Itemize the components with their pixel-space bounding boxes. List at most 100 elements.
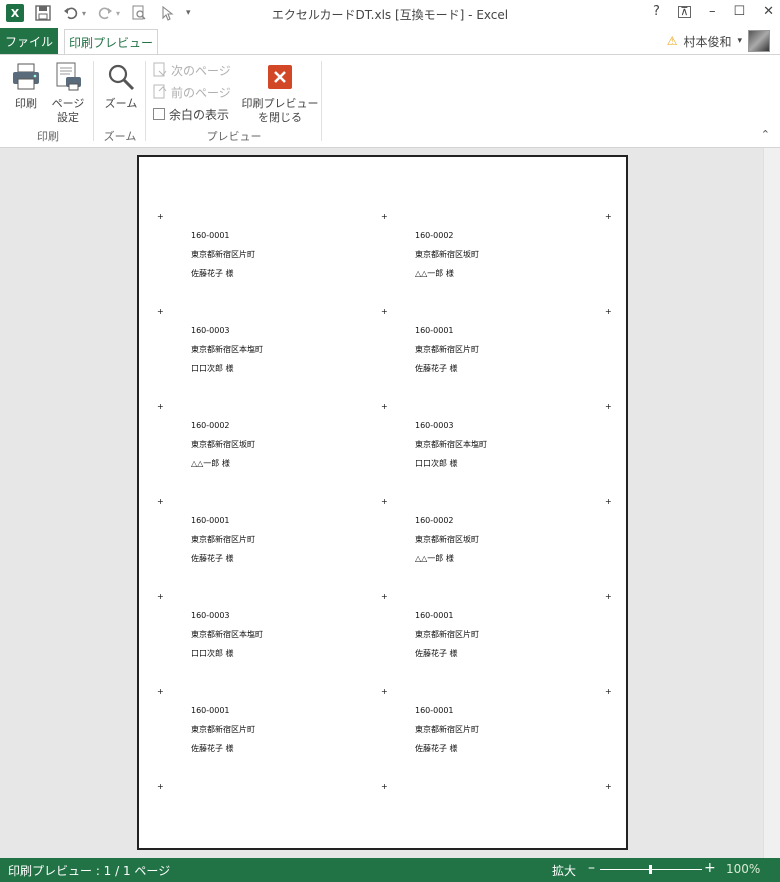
address-label: 160-0002 東京都新宿区坂町 △△一郎 様: [191, 416, 255, 473]
zoom-out-button[interactable]: –: [588, 860, 595, 876]
zoom-button[interactable]: ズーム: [101, 61, 141, 111]
label-address: 東京都新宿区本塩町: [415, 440, 487, 449]
label-address: 東京都新宿区坂町: [415, 535, 479, 544]
next-page-icon: [153, 62, 167, 77]
address-label: 160-0003 東京都新宿区本塩町 口口次郎 様: [191, 321, 263, 378]
label-zip: 160-0002: [415, 231, 454, 240]
label-name: △△一郎 様: [191, 459, 230, 468]
collapse-ribbon-button[interactable]: ⌃: [761, 128, 770, 141]
label-address: 東京都新宿区片町: [191, 250, 255, 259]
crop-mark: +: [381, 307, 388, 316]
crop-mark: +: [157, 307, 164, 316]
print-preview-area[interactable]: + + + + + + + + + + + + + + + + + + + + +160-0001 東京都新宿区片町 佐藤花…: [0, 148, 780, 858]
address-label: 160-0001 東京都新宿区片町 佐藤花子 様: [415, 321, 479, 378]
previous-page-icon: [153, 84, 167, 99]
label-zip: 160-0002: [415, 516, 454, 525]
ribbon-display-options-button[interactable]: ⊼: [677, 5, 691, 18]
user-dropdown-icon[interactable]: ▾: [737, 36, 742, 46]
crop-mark: +: [157, 402, 164, 411]
crop-mark: +: [605, 687, 612, 696]
help-button[interactable]: ?: [653, 4, 660, 19]
address-label: 160-0002 東京都新宿区坂町 △△一郎 様: [415, 511, 479, 568]
avatar: [748, 30, 770, 52]
address-label: 160-0001 東京都新宿区片町 佐藤花子 様: [191, 511, 255, 568]
zoom-percent[interactable]: 100%: [726, 862, 760, 876]
crop-mark: +: [605, 307, 612, 316]
address-label: 160-0002 東京都新宿区坂町 △△一郎 様: [415, 226, 479, 283]
close-preview-icon: [264, 61, 296, 93]
zoom-slider-thumb[interactable]: [649, 865, 652, 874]
printer-icon: [10, 61, 42, 93]
warning-icon: ⚠: [666, 34, 678, 48]
crop-mark: +: [381, 402, 388, 411]
address-label: 160-0003 東京都新宿区本塩町 口口次郎 様: [415, 416, 487, 473]
maximize-button[interactable]: ☐: [733, 4, 745, 19]
user-name: 村本俊和: [683, 34, 732, 49]
label-zip: 160-0003: [415, 421, 454, 430]
crop-mark: +: [157, 687, 164, 696]
previous-page-button[interactable]: 前のページ: [153, 82, 231, 102]
crop-mark: +: [157, 782, 164, 791]
label-name: △△一郎 様: [415, 269, 454, 278]
crop-mark: +: [381, 592, 388, 601]
label-name: 佐藤花子 様: [415, 744, 458, 753]
address-label: 160-0001 東京都新宿区片町 佐藤花子 様: [415, 701, 479, 758]
title-bar: X ▾ ▾ ▾ エクセルカードDT.xls [互換モード] - Excel ? …: [0, 0, 780, 28]
crop-mark: +: [605, 497, 612, 506]
label-name: △△一郎 様: [415, 554, 454, 563]
ribbon-tab-row: ファイル 印刷プレビュー ⚠ 村本俊和 ▾: [0, 28, 780, 54]
close-print-preview-button[interactable]: 印刷プレビュー を閉じる: [241, 61, 319, 125]
label-address: 東京都新宿区坂町: [191, 440, 255, 449]
label-zip: 160-0001: [191, 231, 230, 240]
crop-mark: +: [605, 782, 612, 791]
label-name: 佐藤花子 様: [191, 554, 234, 563]
label-name: 佐藤花子 様: [191, 269, 234, 278]
crop-mark: +: [381, 212, 388, 221]
magnifier-icon: [105, 61, 137, 93]
zoom-group-label: ズーム: [103, 130, 137, 143]
label-name: 口口次郎 様: [191, 364, 234, 373]
minimize-button[interactable]: –: [709, 4, 716, 19]
crop-mark: +: [157, 212, 164, 221]
close-window-button[interactable]: ✕: [763, 4, 774, 19]
tab-print-preview[interactable]: 印刷プレビュー: [64, 29, 158, 54]
label-zip: 160-0001: [191, 706, 230, 715]
crop-mark: +: [381, 782, 388, 791]
checkbox-icon: [153, 108, 165, 120]
crop-mark: +: [157, 592, 164, 601]
tab-file[interactable]: ファイル: [0, 28, 58, 54]
address-label: 160-0001 東京都新宿区片町 佐藤花子 様: [191, 701, 255, 758]
label-address: 東京都新宿区本塩町: [191, 345, 263, 354]
page-setup-icon: [52, 61, 84, 93]
label-zip: 160-0001: [415, 326, 454, 335]
group-divider: [93, 61, 94, 141]
print-button[interactable]: 印刷: [8, 61, 44, 111]
show-margins-checkbox[interactable]: 余白の表示: [153, 104, 229, 124]
label-name: 佐藤花子 様: [191, 744, 234, 753]
status-page-info: 印刷プレビュー : 1 / 1 ページ: [8, 864, 171, 878]
preview-group-label: プレビュー: [206, 130, 262, 143]
address-label: 160-0001 東京都新宿区片町 佐藤花子 様: [415, 606, 479, 663]
label-address: 東京都新宿区片町: [415, 725, 479, 734]
label-zip: 160-0001: [191, 516, 230, 525]
page-setup-button[interactable]: ページ 設定: [48, 61, 88, 125]
crop-mark: +: [381, 687, 388, 696]
label-zip: 160-0003: [191, 611, 230, 620]
zoom-button-label[interactable]: 拡大: [552, 862, 576, 879]
label-name: 口口次郎 様: [191, 649, 234, 658]
zoom-group: ズーム ズーム: [95, 59, 145, 145]
label-name: 佐藤花子 様: [415, 649, 458, 658]
zoom-in-button[interactable]: +: [704, 860, 716, 876]
crop-mark: +: [157, 497, 164, 506]
user-account[interactable]: ⚠ 村本俊和 ▾: [667, 30, 770, 52]
preview-group: 次のページ 前のページ 余白の表示 印刷プレビュー を閉じる プレビュー: [147, 59, 321, 145]
next-page-button[interactable]: 次のページ: [153, 60, 231, 80]
label-name: 口口次郎 様: [415, 459, 458, 468]
group-divider: [145, 61, 146, 141]
vertical-scrollbar[interactable]: [763, 148, 780, 858]
label-zip: 160-0001: [415, 706, 454, 715]
crop-mark: +: [381, 497, 388, 506]
preview-page: + + + + + + + + + + + + + + + + + + + + +160-0001 東京都新宿区片町 佐藤花…: [137, 155, 628, 850]
window-controls: ? ⊼ – ☐ ✕: [653, 4, 774, 19]
label-address: 東京都新宿区坂町: [415, 250, 479, 259]
